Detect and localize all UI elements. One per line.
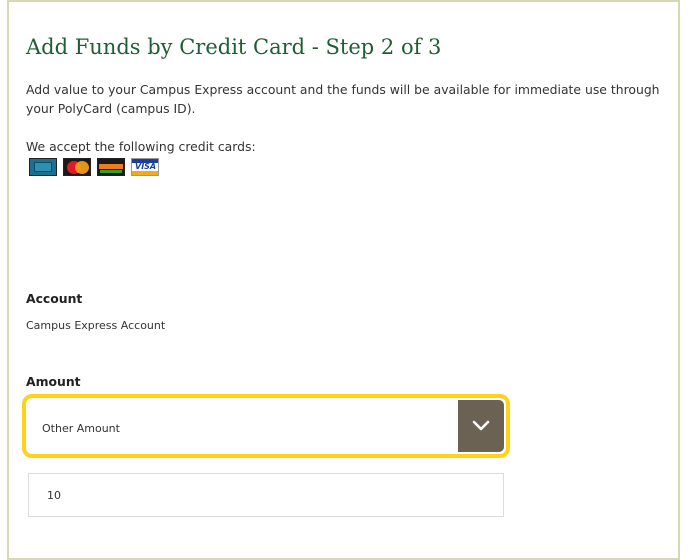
content-panel: Add Funds by Credit Card - Step 2 of 3 A… [7,0,680,560]
accepted-cards-text: We accept the following credit cards: [26,139,256,154]
amount-label: Amount [26,374,81,389]
intro-text: Add value to your Campus Express account… [26,82,660,116]
visa-card-icon: VISA [131,158,159,176]
visa-logo-text: VISA [135,162,157,171]
amount-dropdown-button[interactable] [458,400,504,452]
account-label: Account [26,291,83,306]
amex-card-icon [29,158,57,176]
discover-card-icon [97,158,125,176]
credit-card-logos: VISA [29,158,159,176]
chevron-down-icon [472,420,490,431]
amount-input[interactable] [28,473,504,517]
mastercard-card-icon [63,158,91,176]
page-title: Add Funds by Credit Card - Step 2 of 3 [26,35,442,59]
amount-select-value: Other Amount [42,422,120,435]
account-value: Campus Express Account [26,319,166,332]
amount-select[interactable]: Other Amount [22,394,510,458]
